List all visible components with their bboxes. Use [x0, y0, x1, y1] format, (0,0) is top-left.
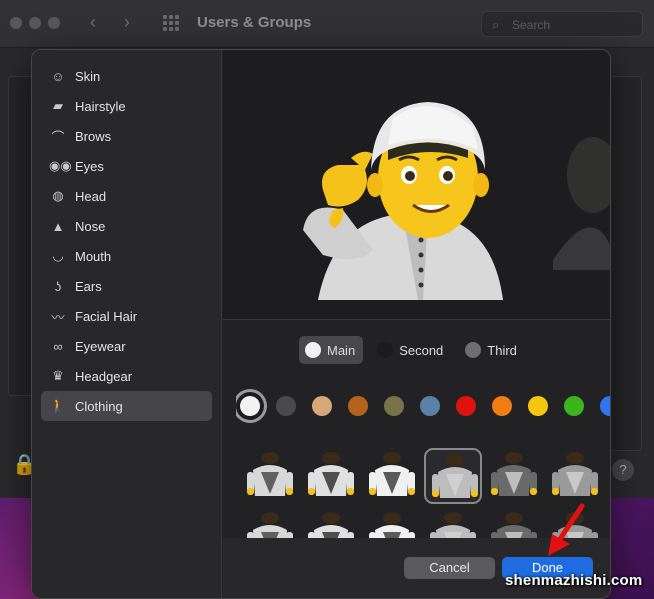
- search-icon: ⌕: [492, 17, 500, 32]
- search-input[interactable]: ⌕ Search: [481, 11, 643, 37]
- clothing-option[interactable]: [302, 448, 360, 504]
- show-all-grid-icon[interactable]: [163, 15, 179, 31]
- tab-main[interactable]: Main: [299, 336, 364, 364]
- clothing-option[interactable]: [363, 448, 421, 504]
- back-arrow-icon[interactable]: ‹: [90, 12, 96, 33]
- sidebar-item-label: Brows: [75, 128, 112, 144]
- sidebar-item-label: Mouth: [75, 248, 112, 264]
- eyes-icon: ◉◉: [49, 158, 72, 173]
- crown-icon: ♛: [52, 368, 64, 383]
- sidebar-item-label: Facial Hair: [75, 308, 138, 324]
- ear-icon: ʖ: [54, 278, 62, 294]
- head-icon: ◍: [52, 188, 64, 203]
- minimize-window-button[interactable]: [29, 17, 41, 29]
- close-window-button[interactable]: [10, 17, 22, 29]
- color-swatch[interactable]: [492, 396, 512, 416]
- sidebar-item-label: Head: [75, 188, 107, 204]
- brows-icon: ⌒: [51, 129, 65, 145]
- sidebar-item-label: Eyewear: [75, 338, 126, 354]
- window-title: Users & Groups: [197, 14, 312, 31]
- sidebar-item-mouth[interactable]: ◡ Mouth: [41, 241, 212, 271]
- color-swatch[interactable]: [348, 396, 368, 416]
- sidebar-item-ears[interactable]: ʖ Ears: [41, 271, 212, 301]
- color-swatch[interactable]: [528, 396, 548, 416]
- color-swatch[interactable]: [456, 396, 476, 416]
- mustache-icon: 〰: [51, 309, 65, 325]
- memoji-editor-sheet: ☺ Skin ▰ Hairstyle ⌒ Brows ◉◉ Eyes ◍ Hea…: [31, 49, 611, 599]
- sidebar-item-label: Hairstyle: [75, 98, 126, 114]
- color-swatch[interactable]: [240, 396, 260, 416]
- comb-icon: ▰: [53, 98, 63, 113]
- tab-third[interactable]: Third: [459, 336, 525, 364]
- sidebar-item-clothing[interactable]: 🚶 Clothing: [41, 391, 212, 421]
- second-color-dot: [377, 342, 394, 358]
- clothing-option[interactable]: [485, 448, 543, 504]
- sidebar-item-facial-hair[interactable]: 〰 Facial Hair: [41, 301, 212, 331]
- forward-arrow-icon[interactable]: ›: [124, 12, 130, 33]
- tab-label: Second: [399, 342, 444, 358]
- mouth-icon: ◡: [52, 248, 64, 263]
- clothing-option[interactable]: [546, 448, 601, 504]
- sidebar-item-head[interactable]: ◍ Head: [41, 181, 212, 211]
- glasses-icon: ∞: [53, 338, 63, 354]
- red-arrow-annotation: [548, 503, 585, 556]
- sidebar-item-hairstyle[interactable]: ▰ Hairstyle: [41, 91, 212, 121]
- color-swatch[interactable]: [384, 396, 404, 416]
- sidebar-item-label: Clothing: [75, 398, 123, 414]
- watermark-text: shenmazhishi.com: [505, 572, 643, 589]
- person-icon: 🚶: [49, 398, 67, 413]
- color-swatch[interactable]: [312, 396, 332, 416]
- color-swatch[interactable]: [420, 396, 440, 416]
- color-swatch[interactable]: [276, 396, 296, 416]
- cancel-button[interactable]: Cancel: [404, 557, 495, 579]
- feature-sidebar: ☺ Skin ▰ Hairstyle ⌒ Brows ◉◉ Eyes ◍ Hea…: [32, 50, 222, 598]
- sidebar-item-eyes[interactable]: ◉◉ Eyes: [41, 151, 212, 181]
- clothing-option[interactable]: [241, 448, 299, 504]
- tab-label: Main: [327, 342, 356, 358]
- memoji-preview: [223, 50, 610, 320]
- clothing-option[interactable]: [424, 448, 482, 504]
- search-placeholder: Search: [512, 18, 551, 32]
- sidebar-item-label: Skin: [75, 68, 101, 84]
- memoji-avatar-image: [303, 102, 610, 300]
- face-icon: ☺: [51, 68, 65, 84]
- sidebar-item-brows[interactable]: ⌒ Brows: [41, 121, 212, 151]
- color-target-tabs: Main Second Third: [299, 336, 525, 364]
- third-color-dot: [465, 342, 482, 358]
- zoom-window-button[interactable]: [48, 17, 60, 29]
- sidebar-item-label: Ears: [75, 278, 102, 294]
- sidebar-item-headgear[interactable]: ♛ Headgear: [41, 361, 212, 391]
- sidebar-item-skin[interactable]: ☺ Skin: [41, 61, 212, 91]
- sidebar-item-label: Eyes: [75, 158, 104, 174]
- tab-second[interactable]: Second: [371, 336, 451, 364]
- color-swatch[interactable]: [564, 396, 584, 416]
- sidebar-item-label: Nose: [75, 218, 106, 234]
- color-swatch-row: [236, 386, 610, 426]
- main-color-dot: [305, 342, 321, 358]
- tab-label: Third: [487, 342, 517, 358]
- color-swatch[interactable]: [600, 396, 610, 416]
- sidebar-item-eyewear[interactable]: ∞ Eyewear: [41, 331, 212, 361]
- sidebar-item-label: Headgear: [75, 368, 133, 384]
- user-details-panel: [612, 76, 642, 451]
- help-button[interactable]: ?: [612, 459, 634, 481]
- sidebar-item-nose[interactable]: ▲ Nose: [41, 211, 212, 241]
- nose-icon: ▲: [51, 218, 65, 234]
- window-titlebar: ‹ › Users & Groups ⌕ Search: [0, 0, 654, 48]
